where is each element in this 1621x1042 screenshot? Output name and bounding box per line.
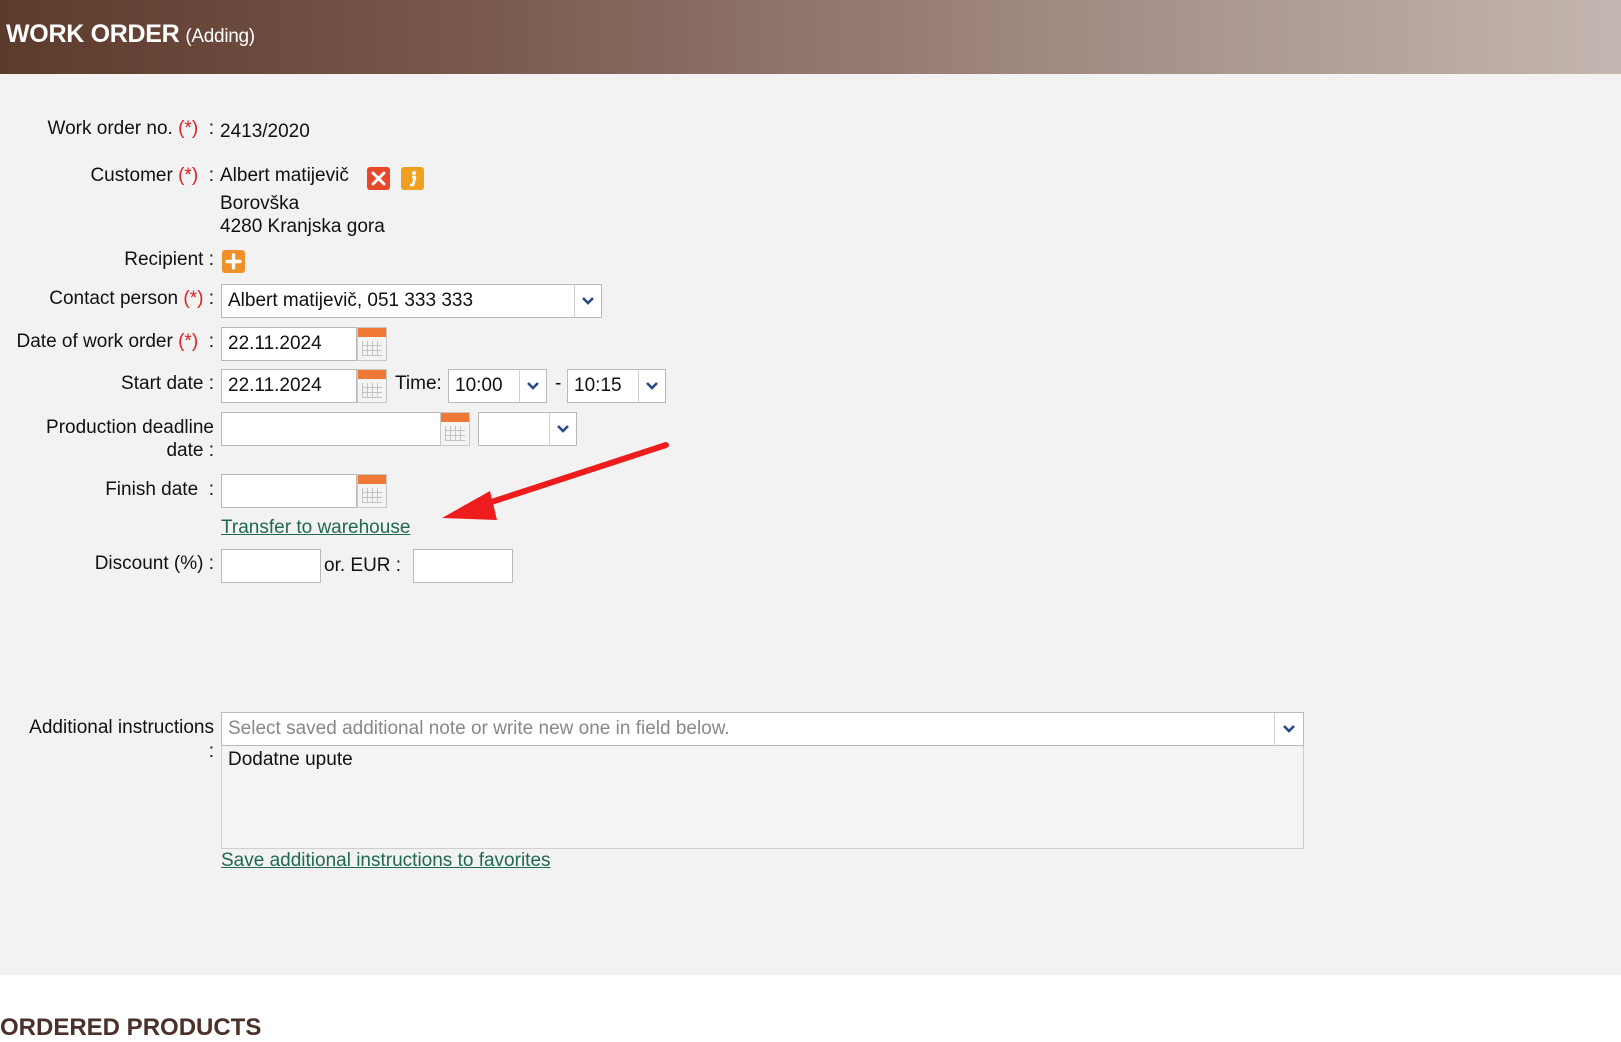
start-date-label: Start date : [121,373,214,394]
production-deadline-label-2: date : [166,440,214,461]
start-date-input[interactable]: 22.11.2024 [221,369,357,403]
annotation-arrow [442,442,669,520]
add-plus-icon[interactable] [222,250,245,273]
customer-name: Albert matijevič [220,165,349,186]
page-header: WORK ORDER (Adding) [0,0,1621,74]
production-deadline-input[interactable] [221,412,441,446]
time-dash: - [555,373,562,394]
chevron-down-icon[interactable] [638,369,666,403]
calendar-icon[interactable] [357,327,387,361]
work-order-no-value: 2413/2020 [220,121,310,142]
saved-notes-select[interactable]: Select saved additional note or write ne… [221,712,1275,746]
time-to-select[interactable]: 10:15 [567,369,639,403]
additional-instructions-label-2: : [208,741,214,762]
finish-date-label: Finish date : [105,479,214,500]
page-subtitle: (Adding) [185,26,255,47]
additional-instructions-label: Additional instructions [29,717,214,738]
contact-person-label: Contact person (*) : [49,288,214,309]
date-of-work-order-label: Date of work order (*) : [16,331,214,352]
save-instructions-link[interactable]: Save additional instructions to favorite… [221,850,551,872]
recipient-label: Recipient : [124,249,214,270]
work-order-no-label: Work order no. (*) : [47,118,215,139]
remove-x-icon[interactable] [367,167,390,190]
calendar-icon[interactable] [357,369,387,403]
discount-eur-label: or. EUR : [324,555,402,576]
date-of-work-order-input[interactable]: 22.11.2024 [221,327,357,361]
page-title: WORK ORDER (Adding) [6,20,255,49]
time-label: Time: [395,373,442,394]
customer-label: Customer (*) : [90,165,214,186]
production-deadline-label: Production deadline [46,417,214,438]
customer-street: Borovška [220,193,300,214]
transfer-to-warehouse-link[interactable]: Transfer to warehouse [221,517,410,539]
ordered-products-title: ORDERED PRODUCTS [0,1014,262,1041]
calendar-icon[interactable] [357,474,387,508]
discount-eur-input[interactable] [413,549,513,583]
chevron-down-icon[interactable] [574,284,602,318]
customer-city: 4280 Kranjska gora [220,216,385,237]
discount-label: Discount (%) : [94,553,214,574]
page-title-text: WORK ORDER [6,20,180,48]
info-icon[interactable] [401,167,424,190]
discount-percent-input[interactable] [221,549,321,583]
additional-instructions-textarea[interactable]: Dodatne upute [221,746,1304,849]
time-from-select[interactable]: 10:00 [448,369,520,403]
chevron-down-icon[interactable] [1274,712,1304,746]
contact-person-select[interactable]: Albert matijevič, 051 333 333 [221,284,575,318]
finish-date-input[interactable] [221,474,357,508]
chevron-down-icon[interactable] [519,369,547,403]
